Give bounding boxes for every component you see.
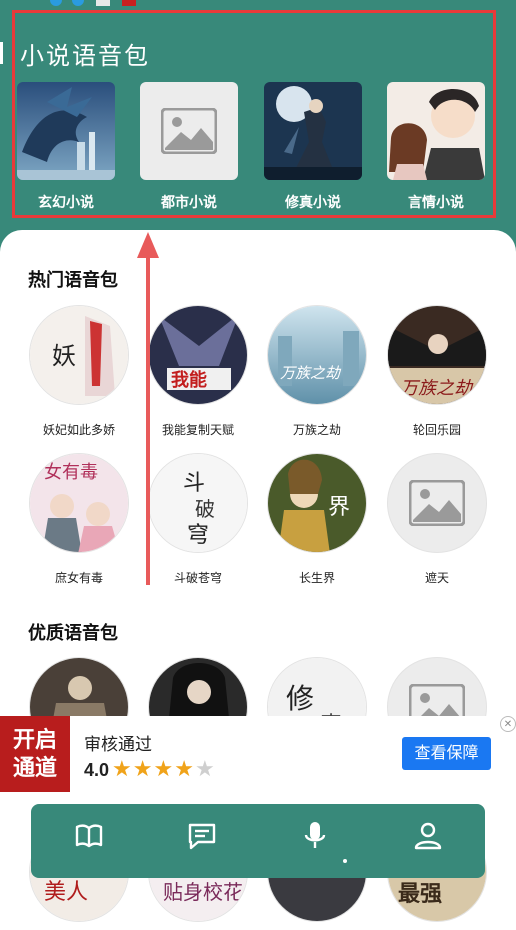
ad-view-button[interactable]: 查看保障 xyxy=(402,737,491,770)
voice-pack-cover[interactable]: 万族之劫 xyxy=(267,305,367,405)
voice-pack-title: 妖妃如此多娇 xyxy=(42,423,115,437)
nav-microphone-icon[interactable] xyxy=(299,820,331,852)
ad-rating-stars: ★★★★★ xyxy=(112,756,216,782)
voice-pack-title: 斗破苍穹 xyxy=(173,571,222,585)
star-filled-icon: ★ xyxy=(112,756,133,781)
svg-text:美人: 美人 xyxy=(44,880,88,905)
svg-text:我能: 我能 xyxy=(171,369,207,391)
voice-pack-title: 长生界 xyxy=(298,571,335,585)
star-filled-icon: ★ xyxy=(174,756,195,781)
cover-image: 斗 破 穹 xyxy=(149,454,247,552)
status-icon xyxy=(50,0,62,6)
cultivation-cover-image xyxy=(264,82,362,180)
image-placeholder-icon xyxy=(409,480,465,526)
cover-image: 我能 xyxy=(149,306,247,404)
voice-pack-cover[interactable]: 万族之劫 xyxy=(387,305,487,405)
svg-text:最强: 最强 xyxy=(398,882,442,907)
voice-pack-cover[interactable] xyxy=(387,453,487,553)
novel-category-urban[interactable] xyxy=(140,82,238,180)
message-icon xyxy=(188,823,216,850)
quality-section-title: 优质语音包 xyxy=(28,623,118,643)
book-icon xyxy=(75,824,103,848)
novel-section-title: 小说语音包 xyxy=(20,42,150,70)
ad-logo-line1: 开启 xyxy=(12,727,57,753)
hot-section-title: 热门语音包 xyxy=(28,270,118,290)
voice-pack-title: 轮回乐园 xyxy=(412,423,461,437)
voice-pack-title: 万族之劫 xyxy=(292,423,341,437)
ad-banner[interactable]: 开启 通道 审核通过 4.0 ★★★★★ 查看保障 ✕ xyxy=(0,716,516,792)
novel-category-label: 都市小说 xyxy=(161,194,217,210)
voice-pack-title: 遮天 xyxy=(424,571,449,585)
cover-image: 妖 xyxy=(30,306,128,404)
ad-close-icon[interactable]: ✕ xyxy=(500,716,516,732)
cover-image: 界 xyxy=(268,454,366,552)
fantasy-cover-image xyxy=(17,82,115,180)
star-empty-icon: ★ xyxy=(194,756,216,781)
svg-text:贴身校花: 贴身校花 xyxy=(163,880,243,904)
image-placeholder-icon xyxy=(161,108,217,154)
novel-category-cultivation[interactable] xyxy=(264,82,362,180)
svg-text:破: 破 xyxy=(195,497,215,521)
ad-rating-value: 4.0 xyxy=(84,760,110,780)
voice-pack-cover[interactable]: 女有毒 xyxy=(29,453,129,553)
status-bar xyxy=(0,0,516,8)
novel-category-label: 言情小说 xyxy=(408,194,464,210)
ad-logo-line2: 通道 xyxy=(12,755,57,781)
nav-active-indicator xyxy=(343,859,347,863)
voice-pack-cover[interactable]: 我能 xyxy=(148,305,248,405)
ad-app-name: 审核通过 xyxy=(84,735,152,754)
voice-pack-cover[interactable]: 界 xyxy=(267,453,367,553)
voice-pack-title: 庶女有毒 xyxy=(54,571,103,585)
nav-message-icon[interactable] xyxy=(186,820,218,852)
bottom-nav xyxy=(31,804,485,878)
status-icon xyxy=(122,0,136,6)
cover-image: 女有毒 xyxy=(30,454,128,552)
svg-text:修: 修 xyxy=(286,682,314,715)
svg-text:万族之劫: 万族之劫 xyxy=(280,364,342,382)
cover-image: 万族之劫 xyxy=(268,306,366,404)
nav-book-icon[interactable] xyxy=(73,820,105,852)
voice-pack-cover[interactable]: 斗 破 穹 xyxy=(148,453,248,553)
voice-pack-title: 我能复制天赋 xyxy=(161,423,234,437)
status-icon xyxy=(96,0,110,6)
ad-logo: 开启 通道 xyxy=(0,716,70,792)
svg-text:穹: 穹 xyxy=(187,523,209,548)
romance-cover-image xyxy=(387,82,485,180)
star-filled-icon: ★ xyxy=(153,756,175,781)
svg-text:万族之劫: 万族之劫 xyxy=(400,378,474,399)
svg-text:界: 界 xyxy=(328,495,350,520)
svg-text:女有毒: 女有毒 xyxy=(44,462,98,483)
star-filled-icon: ★ xyxy=(132,756,154,781)
status-icon xyxy=(72,0,84,6)
novel-category-fantasy[interactable] xyxy=(17,82,115,180)
user-icon xyxy=(414,822,442,850)
section-accent-bar xyxy=(0,42,3,64)
novel-category-label: 修真小说 xyxy=(285,194,341,210)
svg-text:斗: 斗 xyxy=(183,471,205,496)
cover-image: 万族之劫 xyxy=(388,306,486,404)
microphone-icon xyxy=(304,822,326,848)
novel-category-romance[interactable] xyxy=(387,82,485,180)
novel-category-label: 玄幻小说 xyxy=(38,194,94,210)
svg-text:妖: 妖 xyxy=(52,342,76,370)
nav-user-icon[interactable] xyxy=(412,820,444,852)
voice-pack-cover[interactable]: 妖 xyxy=(29,305,129,405)
